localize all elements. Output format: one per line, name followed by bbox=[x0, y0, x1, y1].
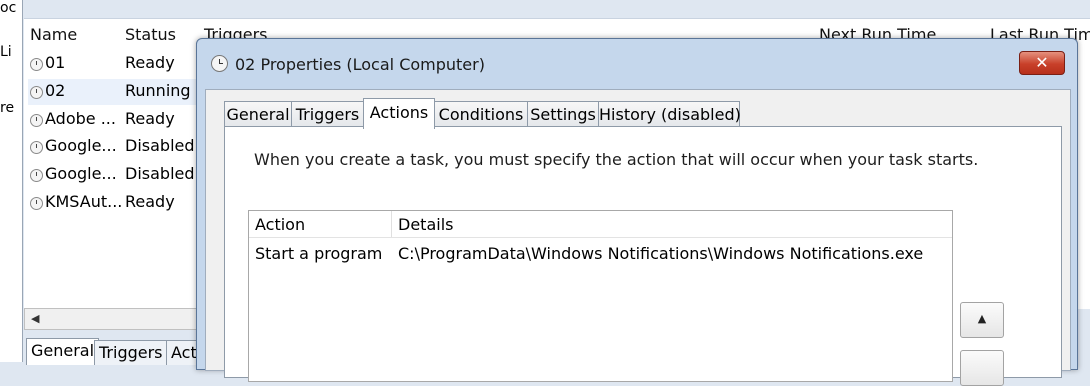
left-pane: oc Li re bbox=[0, 0, 23, 362]
task-clock-icon bbox=[30, 86, 43, 99]
actions-list[interactable]: Action Details Start a program C:\Progra… bbox=[248, 210, 953, 382]
column-header-action[interactable]: Action bbox=[255, 215, 305, 234]
task-clock-icon bbox=[30, 141, 43, 154]
scroll-left-icon[interactable]: ◀ bbox=[31, 312, 39, 325]
dialog-client: General Triggers Actions Conditions Sett… bbox=[205, 89, 1071, 386]
task-name: Adobe ... bbox=[45, 109, 116, 128]
left-pane-fragment: oc bbox=[0, 0, 17, 16]
tab-triggers[interactable]: Triggers bbox=[291, 101, 364, 128]
bottom-tab-strip: General Triggers Acti bbox=[24, 336, 204, 365]
task-name: KMSAut... bbox=[45, 192, 123, 211]
task-clock-icon bbox=[30, 58, 43, 71]
task-clock-icon bbox=[30, 114, 43, 127]
column-divider[interactable] bbox=[391, 211, 392, 237]
tab-general-bottom[interactable]: General bbox=[26, 338, 100, 365]
task-status: Running bbox=[125, 81, 191, 100]
task-clock-icon bbox=[30, 169, 43, 182]
tab-actions[interactable]: Actions bbox=[363, 98, 435, 129]
task-status: Ready bbox=[125, 109, 175, 128]
task-name: 02 bbox=[45, 81, 66, 100]
column-header-details[interactable]: Details bbox=[398, 215, 453, 234]
tab-general[interactable]: General bbox=[224, 101, 292, 128]
actions-page: When you create a task, you must specify… bbox=[224, 126, 1062, 386]
task-status: Ready bbox=[125, 53, 175, 72]
column-header-name[interactable]: Name bbox=[30, 25, 77, 44]
task-status: Ready bbox=[125, 192, 175, 211]
tab-history[interactable]: History (disabled) bbox=[598, 101, 741, 128]
task-clock-icon bbox=[30, 197, 43, 210]
task-name: Google... bbox=[45, 136, 117, 155]
task-name: 01 bbox=[45, 53, 66, 72]
column-header-status[interactable]: Status bbox=[125, 25, 176, 44]
properties-dialog: 02 Properties (Local Computer) ✕ General… bbox=[196, 38, 1078, 386]
task-status: Disabled bbox=[125, 164, 195, 183]
tab-triggers-bottom[interactable]: Triggers bbox=[94, 340, 168, 365]
actions-list-header: Action Details bbox=[249, 211, 952, 238]
close-button[interactable]: ✕ bbox=[1019, 51, 1065, 75]
dialog-title: 02 Properties (Local Computer) bbox=[235, 55, 485, 74]
task-clock-icon bbox=[211, 55, 228, 72]
left-pane-fragment: Li bbox=[0, 44, 12, 60]
task-name: Google... bbox=[45, 164, 117, 183]
action-type[interactable]: Start a program bbox=[255, 244, 382, 263]
tab-conditions[interactable]: Conditions bbox=[434, 101, 528, 128]
move-up-button[interactable]: ▲ bbox=[960, 302, 1004, 338]
action-details[interactable]: C:\ProgramData\Windows Notifications\Win… bbox=[398, 244, 923, 263]
task-status: Disabled bbox=[125, 136, 195, 155]
tab-settings[interactable]: Settings bbox=[527, 101, 599, 128]
actions-intro-text: When you create a task, you must specify… bbox=[254, 150, 979, 169]
move-down-button[interactable] bbox=[960, 350, 1004, 386]
left-pane-fragment: re bbox=[0, 100, 15, 116]
horizontal-scrollbar[interactable]: ◀ bbox=[24, 308, 206, 330]
